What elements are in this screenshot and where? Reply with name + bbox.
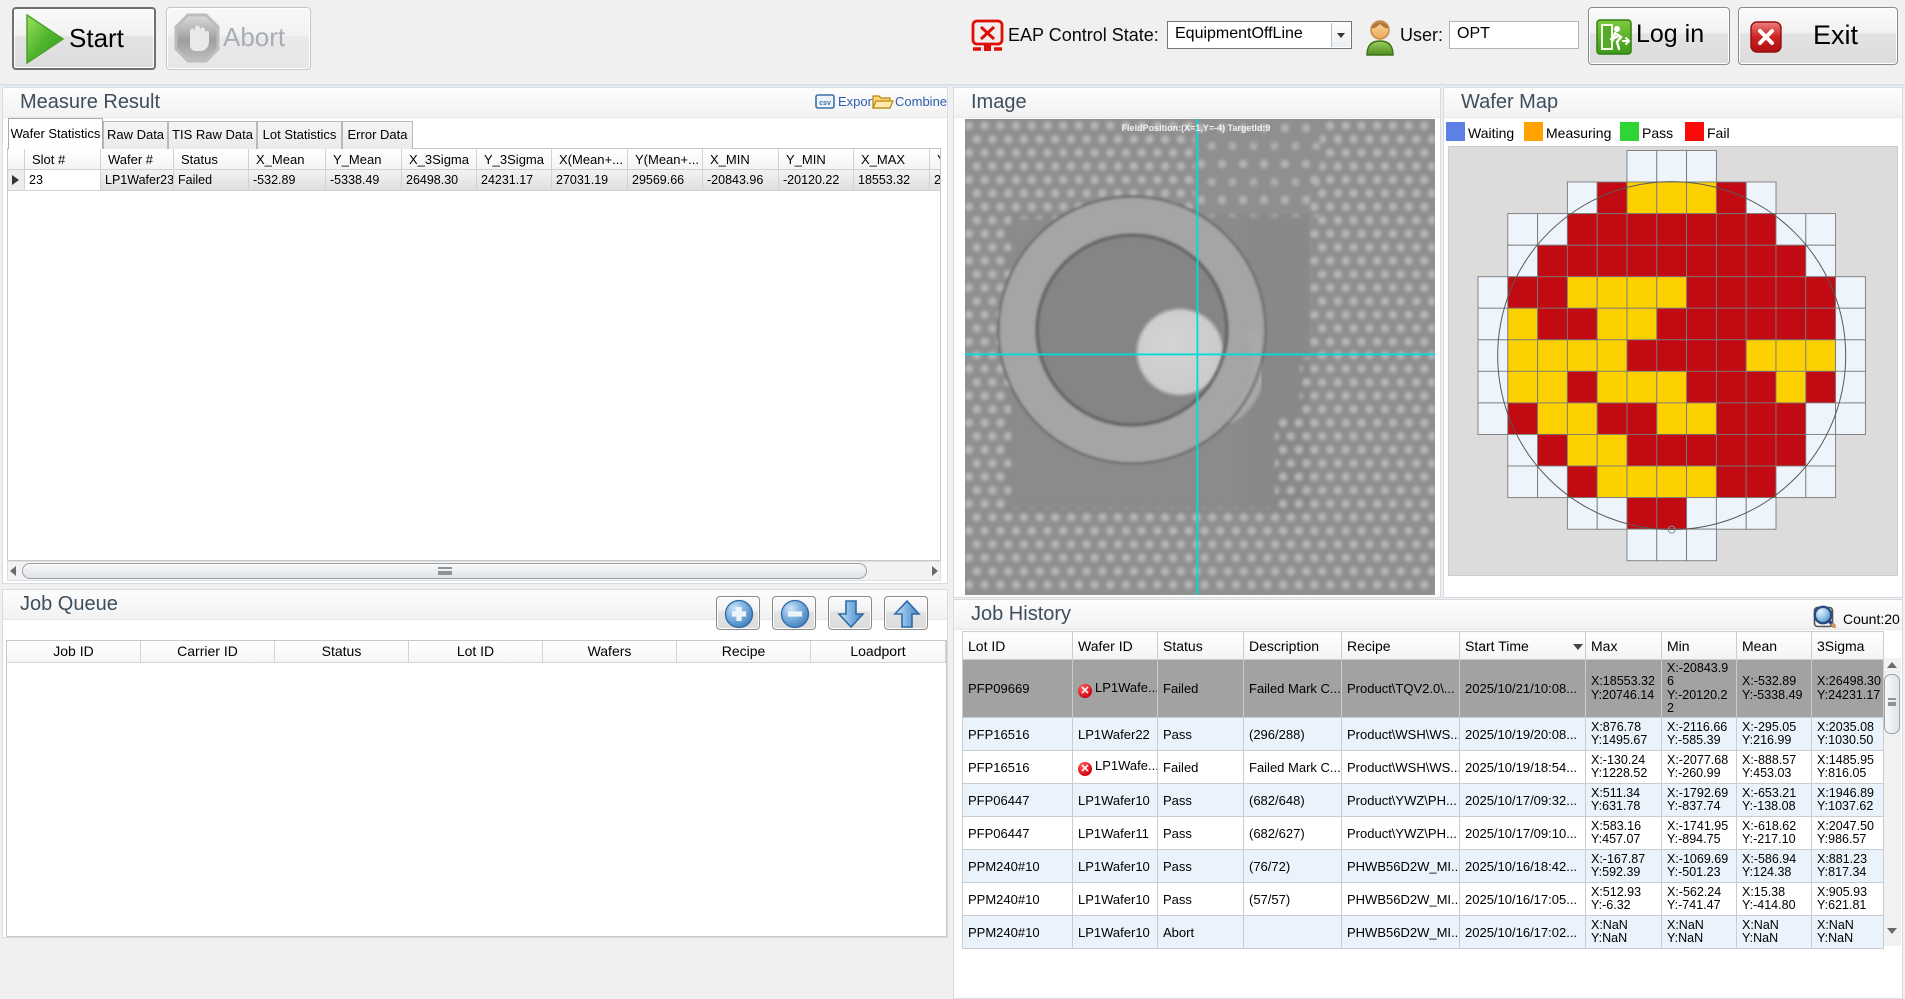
svg-text:csv: csv	[819, 100, 831, 107]
svg-text:FieldPosition:(X=1,Y=-4) Targe: FieldPosition:(X=1,Y=-4) TargetId:9	[1122, 123, 1271, 133]
